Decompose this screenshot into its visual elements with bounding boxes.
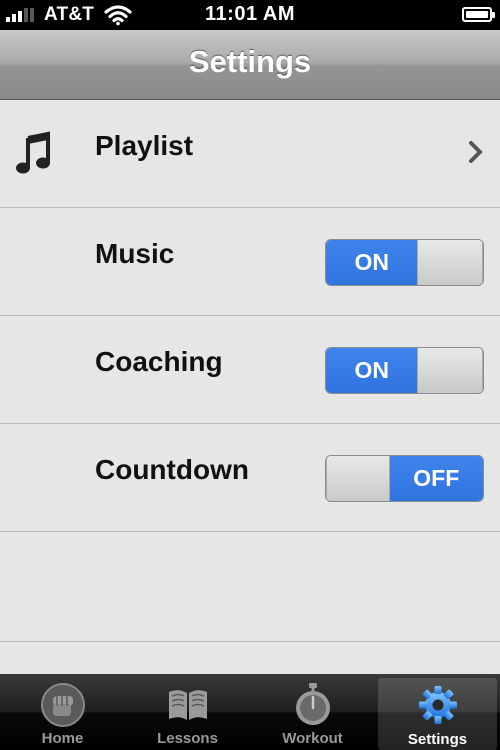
tab-lessons-label: Lessons <box>157 730 218 747</box>
status-time: 11:01 AM <box>205 3 295 25</box>
battery-icon <box>462 7 495 22</box>
tab-settings[interactable]: Settings <box>378 678 497 750</box>
music-toggle[interactable]: ON <box>325 239 484 286</box>
fist-icon <box>40 683 85 727</box>
countdown-label: Countdown <box>95 454 249 485</box>
tab-workout-label: Workout <box>282 730 343 747</box>
tab-bar: Home Lessons Workout Settings <box>0 674 500 750</box>
page-title: Settings <box>188 44 312 79</box>
gear-icon <box>418 686 457 724</box>
coaching-toggle[interactable]: ON <box>325 347 484 394</box>
tab-home-label: Home <box>41 730 84 747</box>
music-label: Music <box>95 238 175 269</box>
empty-row <box>0 532 500 642</box>
status-bar: AT&T 11:01 AM <box>0 0 500 30</box>
chevron-right-icon <box>469 141 483 163</box>
settings-list: Playlist Music ON Coaching ON Countdown … <box>0 100 500 642</box>
music-toggle-value: ON <box>326 240 418 285</box>
navigation-bar: Settings <box>0 30 500 100</box>
coaching-toggle-value: ON <box>326 348 418 393</box>
playlist-row[interactable]: Playlist <box>0 100 500 208</box>
tab-workout[interactable]: Workout <box>250 674 375 750</box>
countdown-toggle-knob <box>326 456 390 501</box>
book-icon <box>168 690 207 720</box>
playlist-label: Playlist <box>95 130 194 161</box>
countdown-toggle-value: OFF <box>389 456 483 501</box>
tab-settings-label: Settings <box>407 731 468 748</box>
countdown-row: Countdown OFF <box>0 424 500 532</box>
stopwatch-icon <box>295 683 330 725</box>
tab-home[interactable]: Home <box>0 674 125 750</box>
coaching-row: Coaching ON <box>0 316 500 424</box>
coaching-label: Coaching <box>95 346 223 377</box>
tab-lessons[interactable]: Lessons <box>125 674 250 750</box>
countdown-toggle[interactable]: OFF <box>325 455 484 502</box>
music-toggle-knob <box>417 240 483 285</box>
coaching-toggle-knob <box>417 348 483 393</box>
music-row: Music ON <box>0 208 500 316</box>
music-note-icon <box>16 131 50 174</box>
